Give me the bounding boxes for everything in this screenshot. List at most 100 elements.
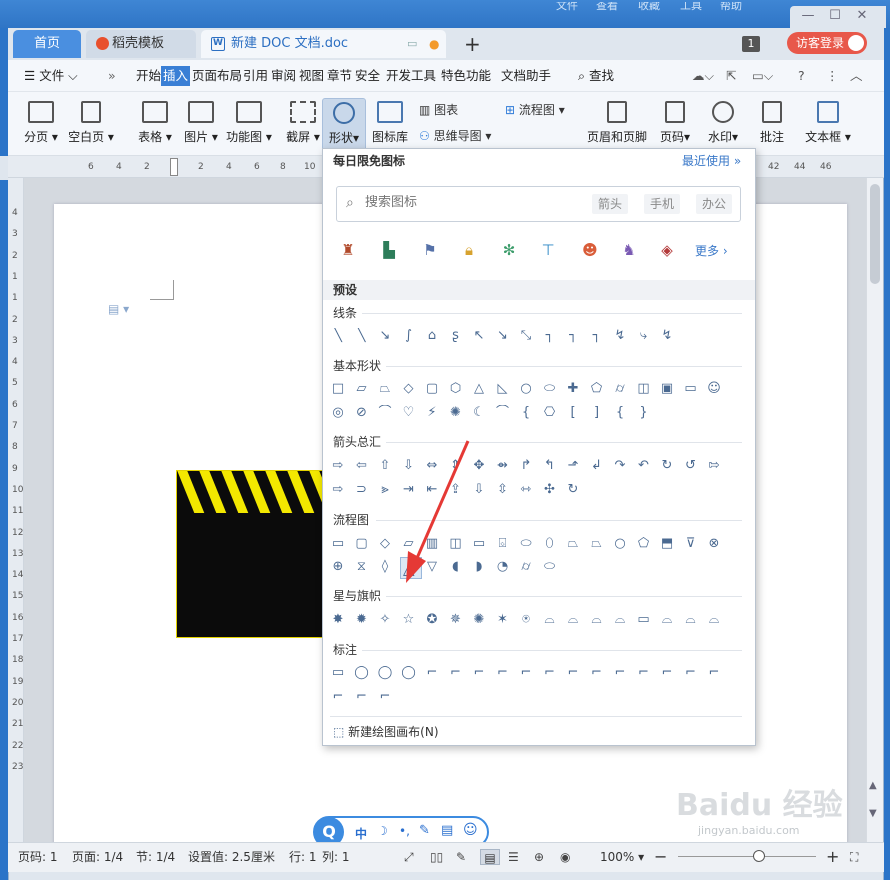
shape-option-icon[interactable]: ◯ [354, 665, 370, 681]
wrench-icon[interactable]: ✎ [419, 823, 430, 838]
menu-developer[interactable]: 开发工具 [386, 66, 436, 86]
clipboard-icon[interactable]: ▤ [441, 823, 453, 838]
recent-used-link[interactable]: 最近使用 » [682, 152, 741, 169]
zoom-in-icon[interactable]: + [826, 849, 839, 865]
shape-option-icon[interactable]: ◇ [377, 536, 393, 552]
shape-option-icon[interactable]: ⎔ [542, 405, 558, 421]
outline-view-icon[interactable]: ☰ [508, 849, 519, 865]
collapse-ribbon-icon[interactable]: ︿ [850, 66, 863, 86]
shape-option-icon[interactable]: ⌓ [612, 612, 628, 628]
search-command[interactable]: ⌕ 查找 [578, 66, 614, 86]
fullscreen-icon[interactable]: ⤢ [404, 849, 414, 865]
shape-option-icon[interactable]: ✵ [448, 612, 464, 628]
fit-window-icon[interactable]: ⛶ [850, 849, 858, 865]
zoom-slider-knob[interactable] [753, 850, 765, 862]
shape-option-icon[interactable]: ⌐ [354, 689, 370, 705]
shape-option-icon[interactable]: ⌓ [659, 612, 675, 628]
flag-icon[interactable]: ⚑ [420, 240, 440, 260]
chip-office[interactable]: 办公 [696, 194, 733, 214]
zoom-slider[interactable] [678, 856, 816, 857]
more-options-icon[interactable]: ⋮ [826, 66, 839, 86]
shape-option-icon[interactable]: ┐ [565, 328, 581, 344]
picture-button[interactable]: 图片 ▾ [174, 98, 228, 154]
vertical-scrollbar[interactable]: ▲ ▼ [866, 178, 883, 842]
shape-option-icon[interactable]: ✪ [424, 612, 440, 628]
shape-option-icon[interactable]: ╲ [354, 328, 370, 344]
close-icon[interactable]: ✕ [848, 8, 876, 24]
file-menu[interactable]: ☰ 文件 ⌵ [24, 66, 78, 86]
shape-option-icon[interactable]: ⇴ [495, 458, 511, 474]
shape-option-icon[interactable]: ◇ [401, 381, 417, 397]
comment-button[interactable]: 批注 [752, 98, 792, 154]
shape-option-icon[interactable]: ▢ [354, 536, 370, 552]
shape-option-icon[interactable]: ▭ [330, 536, 346, 552]
shape-option-icon[interactable]: ⏢ [565, 536, 581, 552]
shape-option-icon[interactable]: ⌐ [612, 665, 628, 681]
shape-option-icon[interactable]: ⌐ [683, 665, 699, 681]
chip-phone[interactable]: 手机 [644, 194, 681, 214]
shape-option-icon[interactable]: ↱ [518, 458, 534, 474]
shape-option-icon[interactable]: ┐ [589, 328, 605, 344]
login-button[interactable]: 访客登录 [787, 32, 867, 54]
shape-option-icon[interactable]: ] [589, 405, 605, 421]
shape-option-icon[interactable]: ┐ [542, 328, 558, 344]
reading-mode-icon[interactable]: ▯▯ [430, 849, 443, 865]
scroll-up-icon[interactable]: ▲ [869, 780, 877, 791]
shape-option-icon[interactable]: ↷ [612, 458, 628, 474]
shape-option-icon[interactable]: ◊ [377, 559, 393, 575]
shape-option-icon[interactable]: ✺ [471, 612, 487, 628]
shape-option-icon[interactable]: ✸ [330, 612, 346, 628]
menu-features[interactable]: 特色功能 [441, 66, 491, 86]
shape-option-icon[interactable]: ⪢ [377, 482, 393, 498]
paragraph-options-icon[interactable]: ▤ ▾ [108, 302, 129, 316]
shape-option-icon[interactable]: ⤷ [636, 328, 652, 344]
shape-option-icon[interactable]: ◔ [495, 559, 511, 575]
shape-option-icon[interactable]: ⌂ [424, 328, 440, 344]
menu-review[interactable]: 审阅 [271, 66, 296, 86]
shape-option-icon[interactable]: ◯ [401, 665, 417, 681]
shape-option-icon[interactable]: ✣ [542, 482, 558, 498]
shape-option-icon[interactable]: ⏢ [589, 536, 605, 552]
shape-option-icon[interactable]: ⌓ [589, 612, 605, 628]
shape-option-icon[interactable]: ⌐ [448, 665, 464, 681]
share-icon[interactable]: ⇱ [726, 66, 736, 86]
shape-option-icon[interactable]: ▢ [424, 381, 440, 397]
menu-security[interactable]: 安全 [355, 66, 380, 86]
shape-option-icon[interactable]: ✶ [495, 612, 511, 628]
tab-document[interactable]: W 新建 DOC 文档.doc ▭ ● [201, 30, 446, 58]
watermark-button[interactable]: 水印▾ [700, 98, 746, 154]
shape-option-icon[interactable]: ⌐ [377, 689, 393, 705]
shape-option-icon[interactable]: ⤡ [518, 328, 534, 344]
briefcase-icon[interactable]: ▭⌵ [752, 66, 773, 86]
shape-option-icon[interactable]: ⊃ [354, 482, 370, 498]
shape-option-icon[interactable]: ⌓ [683, 612, 699, 628]
shape-option-icon[interactable]: ⌐ [495, 665, 511, 681]
presentation-icon[interactable]: ⊤ [538, 240, 558, 260]
shape-option-icon[interactable]: ⬠ [636, 536, 652, 552]
expand-menu-icon[interactable]: » [108, 66, 116, 86]
chart-button[interactable]: ▥ 图表 [419, 100, 458, 120]
scroll-down-icon[interactable]: ▼ [869, 808, 877, 819]
caution-stripe-shape[interactable] [176, 470, 324, 638]
shape-option-icon[interactable]: { [612, 405, 628, 421]
tab-template[interactable]: 稻壳模板 [86, 30, 196, 58]
shape-option-icon[interactable]: ⧖ [354, 559, 370, 575]
punctuation-icon[interactable]: •, [399, 824, 410, 838]
shape-option-icon[interactable]: ◯ [377, 665, 393, 681]
ghost-menu-help[interactable]: 帮助 [720, 2, 742, 12]
ghost-menu-tools[interactable]: 工具 [680, 2, 702, 12]
shape-option-icon[interactable]: ⬭ [518, 536, 534, 552]
status-page-no[interactable]: 页码: 1 [18, 849, 58, 865]
shape-option-icon[interactable]: ↰ [542, 458, 558, 474]
ime-language[interactable]: 中 [355, 825, 367, 842]
tab-home[interactable]: 首页 [13, 30, 81, 58]
shape-option-icon[interactable]: ◫ [636, 381, 652, 397]
shape-option-icon[interactable]: ⌐ [706, 665, 722, 681]
status-setting[interactable]: 设置值: 2.5厘米 [188, 849, 275, 865]
shape-option-icon[interactable]: ✧ [377, 612, 393, 628]
shape-option-icon[interactable]: ✺ [448, 405, 464, 421]
maximize-icon[interactable]: ☐ [821, 8, 849, 24]
shape-option-icon[interactable]: ☺ [706, 381, 722, 397]
shape-button[interactable]: 形状▾ [322, 98, 366, 154]
shape-option-icon[interactable]: } [636, 405, 652, 421]
